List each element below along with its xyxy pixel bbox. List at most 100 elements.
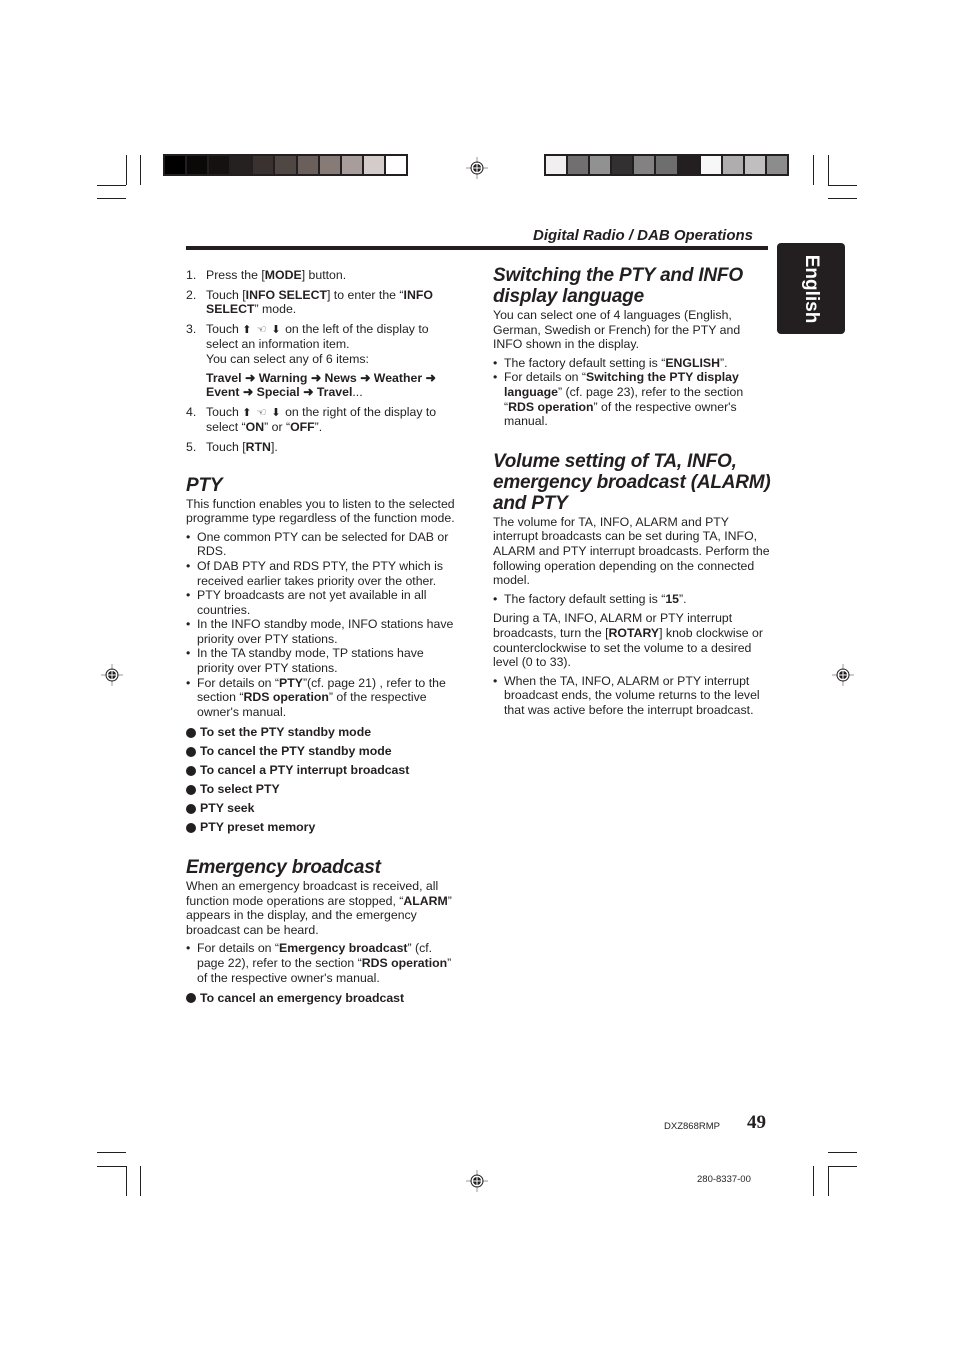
- pty-notes: One common PTY can be selected for DAB o…: [186, 530, 462, 720]
- crop-mark: [828, 198, 857, 199]
- emergency-intro: When an emergency broadcast is received,…: [186, 879, 462, 937]
- crop-mark: [97, 198, 126, 199]
- color-swatch: [744, 156, 765, 174]
- filled-circle-icon: [186, 784, 196, 795]
- text: For details on “: [197, 941, 280, 956]
- bold-text: ALARM: [403, 893, 448, 908]
- text: ”.: [314, 420, 323, 435]
- step-number: 5.: [186, 439, 197, 454]
- color-swatch: [612, 156, 633, 174]
- color-swatch: [319, 156, 340, 174]
- procedure-label: To cancel an emergency broadcast: [200, 991, 405, 1006]
- volume-procedure: During a TA, INFO, ALARM or PTY interrup…: [493, 611, 771, 669]
- bold-text: RDS operation: [243, 690, 329, 705]
- step-item: 1. Press the [MODE] button.: [186, 268, 462, 283]
- step-text: Touch [RTN].: [206, 440, 462, 455]
- text: Press the [: [206, 268, 265, 282]
- color-swatch: [656, 156, 677, 174]
- procedure-item: To select PTY: [186, 782, 462, 797]
- info-select-steps: 1. Press the [MODE] button. 2. Touch [INFO …: [186, 268, 462, 455]
- procedure-item: To cancel a PTY interrupt broadcast: [186, 763, 462, 778]
- text: Touch: [206, 321, 243, 336]
- crop-mark: [828, 1166, 829, 1196]
- model-number: DXZ868RMP: [664, 1121, 720, 1132]
- color-swatch: [385, 156, 407, 174]
- filled-circle-icon: [186, 993, 196, 1004]
- bullet-item: When the TA, INFO, ALARM or PTY interrup…: [493, 674, 771, 718]
- bullet-item: PTY broadcasts are not yet available in …: [186, 588, 462, 617]
- bold-text: MODE: [264, 268, 302, 282]
- crop-mark: [828, 1166, 857, 1167]
- text: ” or “: [264, 420, 291, 435]
- crop-mark: [126, 1166, 127, 1196]
- text: In the TA standby mode, TP stations have…: [197, 646, 424, 676]
- text: Touch [: [206, 439, 246, 454]
- color-swatch: [634, 156, 655, 174]
- bullet-item: For details on “Emergency broadcast” (cf…: [186, 941, 462, 985]
- procedure-label: To set the PTY standby mode: [200, 725, 372, 740]
- bullet-item: The factory default setting is “15”.: [493, 592, 771, 607]
- color-calibration-bar-left: [163, 154, 408, 176]
- procedure-label: To select PTY: [200, 782, 280, 797]
- volume-default-note: The factory default setting is “15”.: [493, 592, 771, 607]
- text: ...: [352, 385, 363, 400]
- filled-circle-icon: [186, 746, 196, 757]
- volume-heading: Volume setting of TA, INFO, emergency br…: [493, 450, 771, 514]
- crop-mark: [140, 1166, 141, 1196]
- part-number: 280-8337-00: [697, 1174, 751, 1185]
- bullet-item: For details on “Switching the PTY displa…: [493, 370, 771, 428]
- text: For details on “: [504, 370, 587, 385]
- section-title: Digital Radio / DAB Operations: [533, 227, 754, 244]
- bold-text: RTN: [245, 439, 271, 454]
- header-rule: [186, 246, 768, 250]
- registration-mark-icon: [466, 1170, 488, 1192]
- color-swatch: [363, 156, 384, 174]
- text: PTY broadcasts are not yet available in …: [197, 588, 427, 617]
- procedure-item: To cancel the PTY standby mode: [186, 744, 462, 759]
- bullet-item: One common PTY can be selected for DAB o…: [186, 530, 462, 559]
- procedure-label: PTY seek: [200, 801, 255, 816]
- language-intro: You can select one of 4 languages (Engli…: [493, 308, 741, 352]
- emergency-procedures: To cancel an emergency broadcast: [186, 991, 462, 1006]
- step-text: Touch ⬆ ☜ ⬇ on the left of the display t…: [206, 322, 462, 352]
- bold-text: 15: [665, 591, 679, 606]
- emergency-heading: Emergency broadcast: [186, 856, 381, 878]
- text: Touch [: [206, 287, 246, 302]
- pty-heading: PTY: [186, 474, 223, 496]
- color-swatch: [341, 156, 362, 174]
- text: In the INFO standby mode, INFO stations …: [197, 617, 454, 646]
- bold-text: OFF: [290, 420, 315, 435]
- bullet-item: In the TA standby mode, TP stations have…: [186, 646, 462, 675]
- text: One common PTY can be selected for DAB o…: [197, 529, 449, 559]
- step-item: 4. Touch ⬆ ☜ ⬇ on the right of the displa…: [186, 405, 462, 435]
- text: ] to enter the “: [326, 287, 404, 302]
- volume-intro: The volume for TA, INFO, ALARM and PTY i…: [493, 514, 770, 588]
- color-swatch: [209, 156, 230, 174]
- step-number: 4.: [186, 404, 197, 419]
- step-item: 5. Touch [RTN].: [186, 440, 462, 455]
- crop-mark: [126, 155, 127, 185]
- text: When the TA, INFO, ALARM or PTY interrup…: [504, 673, 760, 717]
- procedure-label: To cancel the PTY standby mode: [200, 744, 392, 759]
- step-number: 1.: [186, 268, 197, 282]
- filled-circle-icon: [186, 822, 196, 833]
- bold-text: PTY: [279, 675, 303, 690]
- text: Of DAB PTY and RDS PTY, the PTY which is…: [197, 558, 444, 588]
- bullet-item: For details on “PTY”(cf. page 21) , refe…: [186, 676, 462, 720]
- language-notes: The factory default setting is “ENGLISH”…: [493, 356, 771, 429]
- up-hand-down-arrows-icon: ⬆ ☜ ⬇: [242, 406, 282, 419]
- step-note: You can select any of 6 items:: [206, 351, 369, 366]
- bold-text: ENGLISH: [665, 355, 720, 370]
- color-swatch: [253, 156, 274, 174]
- right-column: Switching the PTY and INFO display langu…: [493, 265, 771, 717]
- step-item: 2. Touch [INFO SELECT] to enter the “INFO…: [186, 288, 462, 317]
- registration-mark-icon: [466, 157, 488, 179]
- step-text: Touch ⬆ ☜ ⬇ on the right of the display …: [206, 405, 462, 435]
- text: ”.: [719, 355, 728, 370]
- text: ].: [270, 439, 278, 454]
- text: Touch: [206, 404, 243, 419]
- pty-procedures: To set the PTY standby mode To cancel the…: [186, 725, 462, 835]
- step-number: 2.: [186, 287, 197, 302]
- step-text: Press the [MODE] button.: [206, 268, 462, 283]
- color-swatch: [722, 156, 743, 174]
